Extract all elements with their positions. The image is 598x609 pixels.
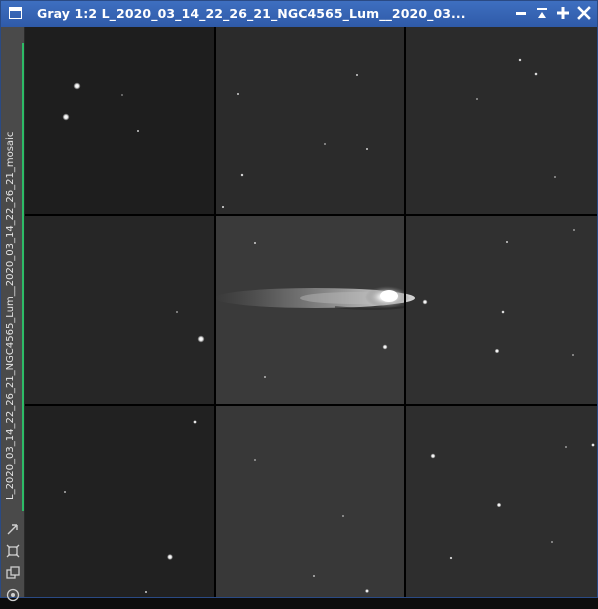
clone-icon[interactable] (5, 565, 21, 581)
resize-icon[interactable] (5, 521, 21, 537)
close-button[interactable] (576, 5, 592, 21)
view-tab-label: L_2020_03_14_22_26_21_NGC4565_Lum__2020_… (5, 131, 16, 500)
tile-2-1 (25, 216, 215, 405)
window-title: Gray 1:2 L_2020_03_14_22_26_21_NGC4565_L… (37, 6, 466, 21)
mosaic-tiles (25, 27, 597, 597)
maximize-button[interactable] (555, 5, 571, 21)
view-sidebar: L_2020_03_14_22_26_21_NGC4565_Lum__2020_… (1, 27, 25, 602)
window-icon[interactable] (9, 7, 22, 19)
title-bar[interactable]: Gray 1:2 L_2020_03_14_22_26_21_NGC4565_L… (1, 1, 597, 27)
preview-icon[interactable] (5, 587, 21, 603)
shade-icon (537, 8, 547, 18)
tile-3-1 (25, 406, 215, 597)
tile-1-3 (406, 27, 597, 215)
shade-button[interactable] (534, 5, 550, 21)
sidebar-tools (5, 521, 21, 609)
tile-3-2 (216, 406, 405, 597)
tile-1-2 (216, 27, 405, 215)
tile-2-2 (216, 216, 405, 405)
image-window: Gray 1:2 L_2020_03_14_22_26_21_NGC4565_L… (0, 0, 598, 602)
maximize-icon (557, 7, 569, 19)
tile-2-3 (406, 216, 597, 405)
minimize-button[interactable] (513, 5, 529, 21)
close-icon (577, 6, 591, 20)
view-tab-mosaic[interactable]: L_2020_03_14_22_26_21_NGC4565_Lum__2020_… (1, 43, 24, 511)
tile-1-1 (25, 27, 215, 215)
image-canvas[interactable] (25, 27, 597, 597)
tile-3-3 (406, 406, 597, 597)
mosaic-image (25, 27, 597, 597)
fit-view-icon[interactable] (5, 543, 21, 559)
minimize-icon (516, 12, 526, 15)
